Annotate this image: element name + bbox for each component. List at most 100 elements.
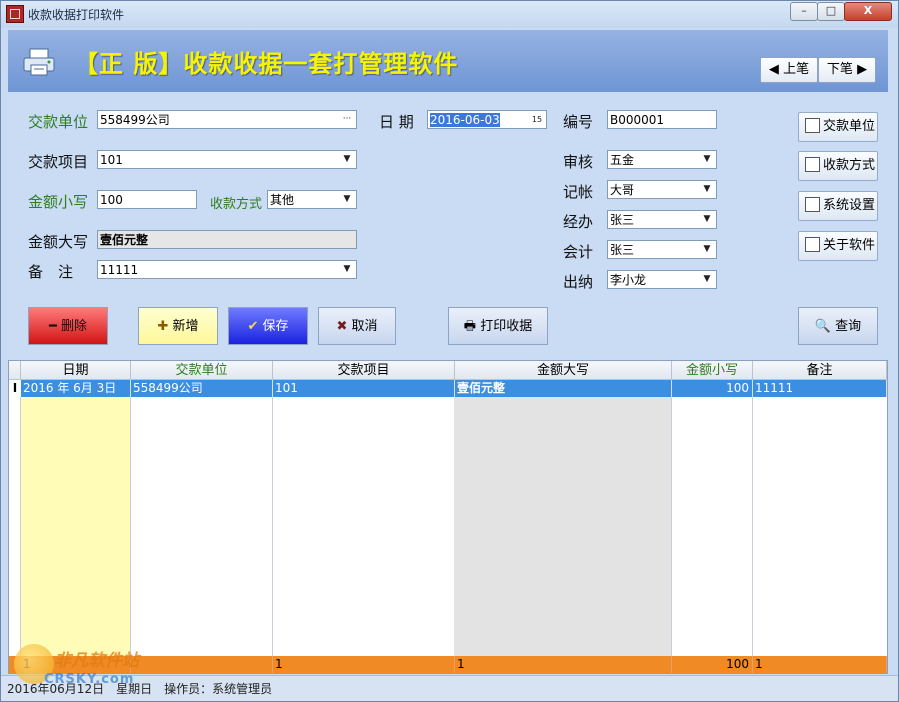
print-label: 打印收据 — [480, 319, 533, 334]
cell-payer[interactable]: 558499公司 — [131, 380, 273, 397]
payer-label: 交款单位 — [28, 113, 89, 131]
amount-cn-label: 金额大写 — [28, 233, 89, 251]
about-button[interactable]: 关于软件 — [798, 231, 878, 261]
close-button[interactable]: X — [844, 2, 892, 21]
payer-input[interactable]: 558499公司 ··· — [97, 110, 357, 129]
cell-date[interactable]: 2016 年 6月 3日 — [21, 380, 131, 397]
summary-item: 1 — [273, 656, 455, 673]
remark-value: 11111 — [100, 263, 139, 277]
date-column-bg — [21, 380, 130, 656]
watermark-logo: 非凡软件站 CRSKY.com — [10, 640, 160, 696]
cell-remark[interactable]: 11111 — [753, 380, 887, 397]
col-header-payer[interactable]: 交款单位 — [131, 361, 273, 380]
side-label: 交款单位 — [823, 119, 876, 134]
summary-amount: 100 — [672, 656, 753, 673]
chevron-left-icon: ◀ — [768, 62, 779, 77]
col-header-item[interactable]: 交款项目 — [273, 361, 455, 380]
payer-manage-button[interactable]: 交款单位 — [798, 112, 878, 142]
header-banner: 【正 版】收款收据一套打管理软件 ◀ 上笔 下笔 ▶ — [8, 30, 888, 92]
cell-amount[interactable]: 100 — [672, 380, 753, 397]
search-icon: 🔍 — [814, 319, 832, 334]
payer-value: 558499公司 — [100, 113, 170, 127]
check-icon: ✔ — [247, 319, 259, 334]
minus-icon: ━ — [49, 319, 57, 334]
settings-button[interactable]: 系统设置 — [798, 191, 878, 221]
delete-button[interactable]: ━ 删除 — [28, 307, 108, 345]
ellipsis-button[interactable]: ··· — [339, 112, 355, 127]
accountant-select[interactable]: 张三 ▼ — [607, 240, 717, 259]
delete-label: 删除 — [60, 319, 87, 334]
col-header-amount[interactable]: 金额小写 — [672, 361, 753, 380]
query-label: 查询 — [835, 319, 862, 334]
chevron-down-icon: ▼ — [343, 154, 351, 164]
handler-select[interactable]: 张三 ▼ — [607, 210, 717, 229]
cell-item[interactable]: 101 — [273, 380, 455, 397]
remark-label: 备 注 — [28, 263, 74, 281]
side-label: 系统设置 — [823, 198, 876, 213]
minimize-button[interactable]: – — [790, 2, 818, 21]
chevron-down-icon: ▼ — [703, 184, 711, 194]
printer-icon: 🖶 — [463, 319, 477, 334]
handler-value: 张三 — [610, 213, 635, 227]
method-value: 其他 — [270, 193, 295, 207]
no-input[interactable]: B000001 — [607, 110, 717, 129]
col-header-amount-cn[interactable]: 金额大写 — [455, 361, 672, 380]
cell-amount-cn[interactable]: 壹佰元整 — [455, 380, 672, 397]
next-record-button[interactable]: 下笔 ▶ — [818, 57, 876, 83]
save-button[interactable]: ✔ 保存 — [228, 307, 308, 345]
printer-icon — [23, 48, 55, 76]
col-header-remark[interactable]: 备注 — [753, 361, 887, 380]
row-cursor-icon: I — [9, 380, 21, 397]
cashier-select[interactable]: 李小龙 ▼ — [607, 270, 717, 289]
cashier-value: 李小龙 — [610, 273, 647, 287]
chevron-down-icon: ▼ — [703, 214, 711, 224]
calendar-icon[interactable]: 15 — [529, 112, 545, 127]
chevron-down-icon: ▼ — [703, 274, 711, 284]
chevron-down-icon: ▼ — [703, 154, 711, 164]
prev-label: 上笔 — [783, 62, 810, 77]
cancel-label: 取消 — [351, 319, 378, 334]
accountant-label: 会计 — [563, 243, 594, 261]
side-label: 收款方式 — [823, 158, 876, 173]
method-select[interactable]: 其他 ▼ — [267, 190, 357, 209]
accountant-value: 张三 — [610, 243, 635, 257]
amount-label: 金额小写 — [28, 193, 89, 211]
amount-input[interactable]: 100 — [97, 190, 197, 209]
page-title: 【正 版】收款收据一套打管理软件 — [74, 50, 459, 78]
item-value: 101 — [100, 153, 123, 167]
query-button[interactable]: 🔍 查询 — [798, 307, 878, 345]
chevron-right-icon: ▶ — [857, 62, 868, 77]
method-label: 收款方式 — [210, 197, 263, 212]
row-indicator-header — [9, 361, 21, 380]
cancel-button[interactable]: ✖ 取消 — [318, 307, 396, 345]
plus-icon: ✚ — [157, 319, 169, 334]
summary-amount-cn: 1 — [455, 656, 672, 673]
add-button[interactable]: ✚ 新增 — [138, 307, 218, 345]
bookkeeper-value: 大哥 — [610, 183, 635, 197]
side-label: 关于软件 — [823, 238, 876, 253]
date-picker[interactable]: 2016-06-03 15 — [427, 110, 547, 129]
chevron-down-icon: ▼ — [343, 194, 351, 204]
date-value: 2016-06-03 — [430, 113, 500, 127]
bookkeeper-select[interactable]: 大哥 ▼ — [607, 180, 717, 199]
records-grid[interactable]: 日期 交款单位 交款项目 金额大写 金额小写 备注 I 2016 年 6月 3日… — [8, 360, 888, 674]
cashier-label: 出纳 — [563, 273, 594, 291]
maximize-button[interactable]: □ — [817, 2, 845, 21]
handler-label: 经办 — [563, 213, 594, 231]
method-manage-button[interactable]: 收款方式 — [798, 151, 878, 181]
item-select[interactable]: 101 ▼ — [97, 150, 357, 169]
prev-record-button[interactable]: ◀ 上笔 — [760, 57, 818, 83]
chevron-down-icon: ▼ — [343, 264, 351, 274]
settings-icon — [805, 197, 820, 212]
summary-remark: 1 — [753, 656, 887, 673]
col-header-date[interactable]: 日期 — [21, 361, 131, 380]
add-label: 新增 — [172, 319, 199, 334]
window-title: 收款收据打印软件 — [28, 8, 125, 22]
print-button[interactable]: 🖶 打印收据 — [448, 307, 548, 345]
table-row[interactable]: I 2016 年 6月 3日 558499公司 101 壹佰元整 100 111… — [9, 380, 887, 397]
remark-select[interactable]: 11111 ▼ — [97, 260, 357, 279]
chevron-down-icon: ▼ — [703, 244, 711, 254]
amount-cn-field: 壹佰元整 — [97, 230, 357, 249]
auditor-select[interactable]: 五金 ▼ — [607, 150, 717, 169]
date-label: 日 期 — [379, 113, 414, 131]
